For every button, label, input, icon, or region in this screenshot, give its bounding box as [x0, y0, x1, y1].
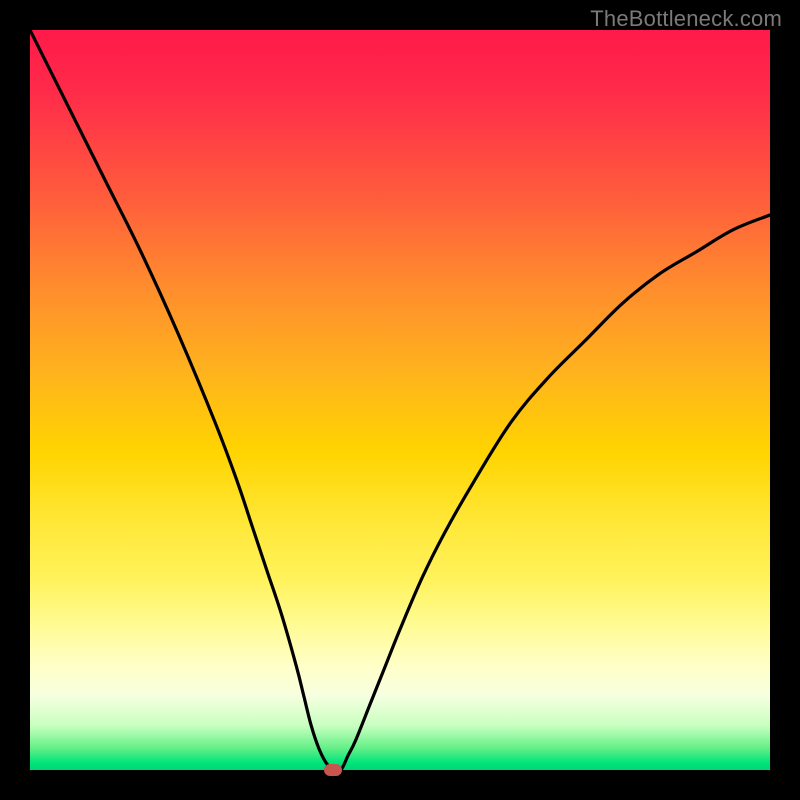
- watermark-text: TheBottleneck.com: [590, 6, 782, 32]
- curve-path: [30, 30, 770, 770]
- bottleneck-curve: [30, 30, 770, 770]
- chart-frame: TheBottleneck.com: [0, 0, 800, 800]
- optimal-point-marker: [324, 764, 342, 776]
- plot-area: [30, 30, 770, 770]
